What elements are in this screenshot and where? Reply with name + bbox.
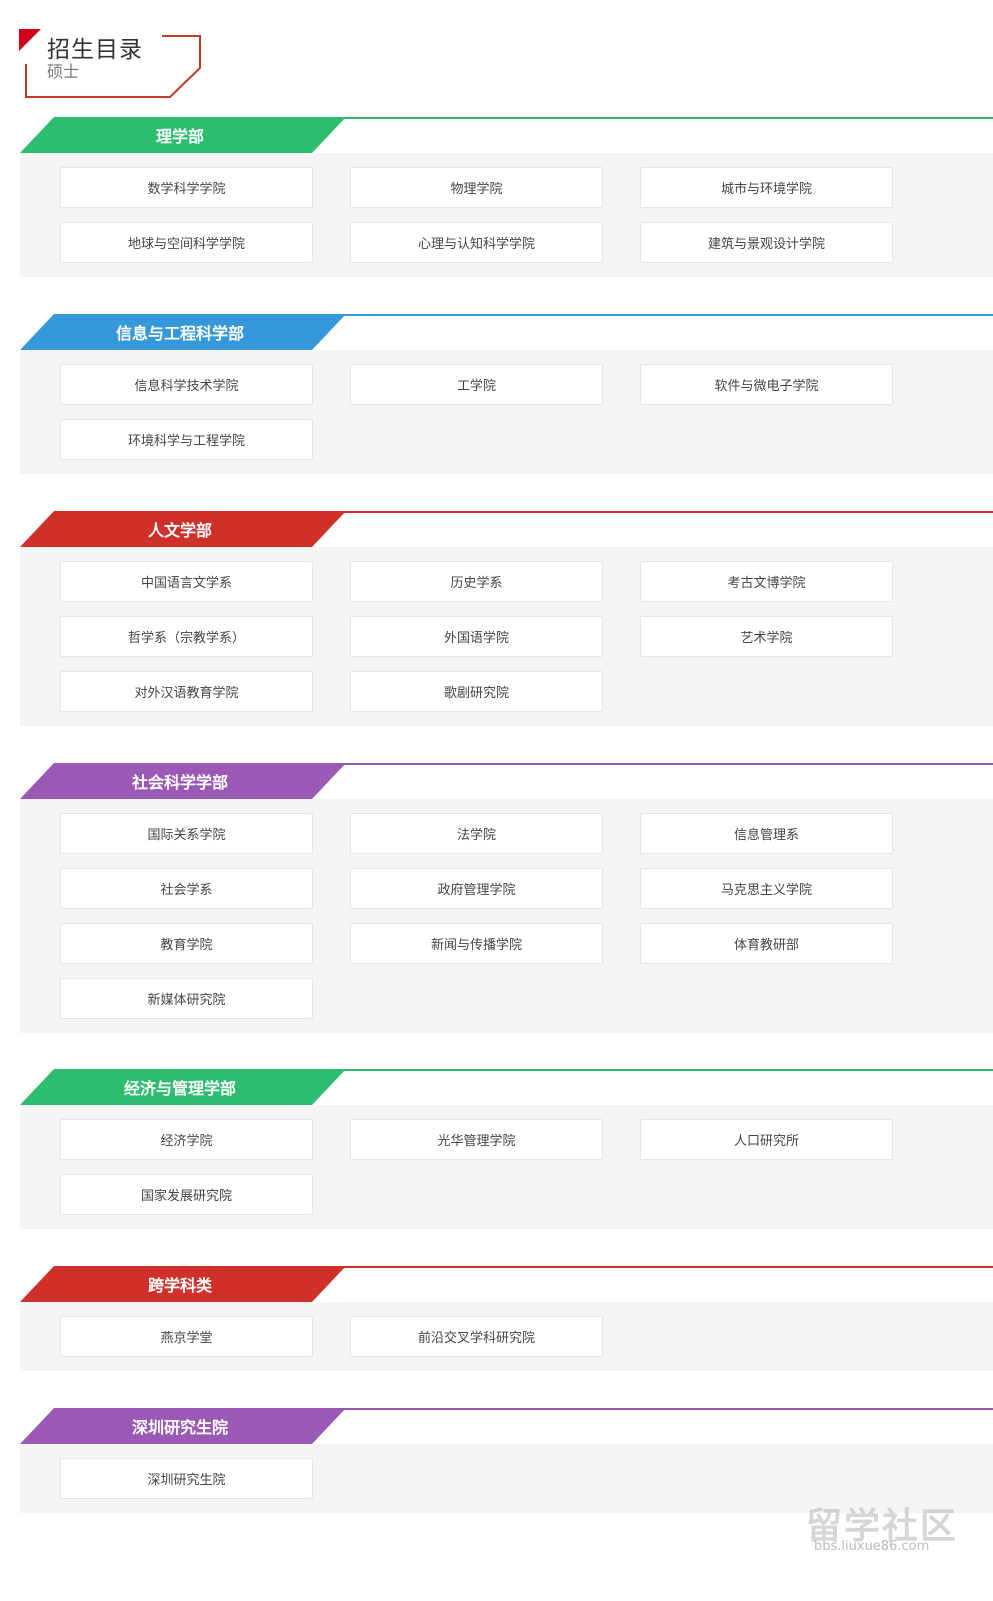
section-divider xyxy=(320,314,993,316)
section-tab: 跨学科类 xyxy=(20,1266,346,1302)
section-title: 社会科学学部 xyxy=(131,773,228,792)
school-link[interactable]: 社会学系 xyxy=(60,868,313,909)
school-link[interactable]: 考古文博学院 xyxy=(640,561,893,602)
section-title: 人文学部 xyxy=(147,521,212,540)
school-link[interactable]: 工学院 xyxy=(350,364,603,405)
section-0: 理学部数学科学学院 物理学院 城市与环境学院地球与空间科学学院 心理与认知科学学院 建筑… xyxy=(20,117,993,277)
section-divider xyxy=(320,1069,993,1071)
section-tab: 深圳研究生院 xyxy=(20,1408,346,1444)
school-link[interactable]: 建筑与景观设计学院 xyxy=(640,222,893,263)
section-1: 信息与工程科学部信息科学技术学院 工学院 软件与微电子学院环境科学与工程学院 xyxy=(20,314,993,474)
section-divider xyxy=(320,763,993,765)
school-link[interactable]: 心理与认知科学学院 xyxy=(350,222,603,263)
section-title: 经济与管理学部 xyxy=(123,1079,236,1098)
school-grid: 信息科学技术学院 工学院 软件与微电子学院环境科学与工程学院 xyxy=(60,364,893,460)
school-link[interactable]: 艺术学院 xyxy=(640,616,893,657)
page-subtitle: 硕士 xyxy=(47,62,80,81)
section-3: 社会科学学部国际关系学院 法学院 信息管理系社会学系 政府管理学院 马克思主义学院教育学… xyxy=(20,763,993,1033)
section-body: 经济学院 光华管理学院 人口研究所国家发展研究院 xyxy=(20,1105,993,1229)
section-title: 跨学科类 xyxy=(147,1276,212,1295)
school-link[interactable]: 城市与环境学院 xyxy=(640,167,893,208)
school-link[interactable]: 经济学院 xyxy=(60,1119,313,1160)
section-divider xyxy=(320,511,993,513)
school-link[interactable]: 政府管理学院 xyxy=(350,868,603,909)
school-link[interactable]: 国际关系学院 xyxy=(60,813,313,854)
section-tab: 信息与工程科学部 xyxy=(20,314,346,350)
section-body: 数学科学学院 物理学院 城市与环境学院地球与空间科学学院 心理与认知科学学院 建筑与景观… xyxy=(20,153,993,277)
school-link[interactable]: 燕京学堂 xyxy=(60,1316,313,1357)
section-tab: 社会科学学部 xyxy=(20,763,346,799)
section-divider xyxy=(320,1266,993,1268)
school-link[interactable]: 物理学院 xyxy=(350,167,603,208)
section-4: 经济与管理学部经济学院 光华管理学院 人口研究所国家发展研究院 xyxy=(20,1069,993,1229)
school-link[interactable]: 教育学院 xyxy=(60,923,313,964)
school-grid: 中国语言文学系 历史学系 考古文博学院哲学系（宗教学系） 外国语学院 艺术学院对外汉语教… xyxy=(60,561,893,712)
school-link[interactable]: 外国语学院 xyxy=(350,616,603,657)
school-link[interactable]: 光华管理学院 xyxy=(350,1119,603,1160)
school-link[interactable]: 环境科学与工程学院 xyxy=(60,419,313,460)
school-grid: 数学科学学院 物理学院 城市与环境学院地球与空间科学学院 心理与认知科学学院 建筑与景观… xyxy=(60,167,893,263)
school-link[interactable]: 信息科学技术学院 xyxy=(60,364,313,405)
section-tab: 经济与管理学部 xyxy=(20,1069,346,1105)
section-body: 中国语言文学系 历史学系 考古文博学院哲学系（宗教学系） 外国语学院 艺术学院对外汉语教… xyxy=(20,547,993,726)
school-grid: 国际关系学院 法学院 信息管理系社会学系 政府管理学院 马克思主义学院教育学院 新闻与传播… xyxy=(60,813,893,1019)
school-link[interactable]: 新媒体研究院 xyxy=(60,978,313,1019)
school-grid: 经济学院 光华管理学院 人口研究所国家发展研究院 xyxy=(60,1119,893,1215)
school-link[interactable]: 歌剧研究院 xyxy=(350,671,603,712)
school-link[interactable]: 体育教研部 xyxy=(640,923,893,964)
section-divider xyxy=(320,1408,993,1410)
school-link[interactable]: 法学院 xyxy=(350,813,603,854)
school-link[interactable]: 新闻与传播学院 xyxy=(350,923,603,964)
school-link[interactable]: 人口研究所 xyxy=(640,1119,893,1160)
school-link[interactable]: 国家发展研究院 xyxy=(60,1174,313,1215)
school-link[interactable]: 哲学系（宗教学系） xyxy=(60,616,313,657)
page-header: 招生目录 硕士 xyxy=(0,0,993,115)
section-body: 信息科学技术学院 工学院 软件与微电子学院环境科学与工程学院 xyxy=(20,350,993,474)
school-grid: 燕京学堂 前沿交叉学科研究院 xyxy=(60,1316,893,1357)
watermark: 留学社区 bbs.liuxue86.com xyxy=(806,1497,966,1559)
school-link[interactable]: 信息管理系 xyxy=(640,813,893,854)
school-link[interactable]: 对外汉语教育学院 xyxy=(60,671,313,712)
section-tab: 人文学部 xyxy=(20,511,346,547)
school-link[interactable]: 历史学系 xyxy=(350,561,603,602)
section-body: 国际关系学院 法学院 信息管理系社会学系 政府管理学院 马克思主义学院教育学院 新闻与传播… xyxy=(20,799,993,1033)
watermark-url: bbs.liuxue86.com xyxy=(814,1539,930,1554)
school-link[interactable]: 深圳研究生院 xyxy=(60,1458,313,1499)
school-link[interactable]: 中国语言文学系 xyxy=(60,561,313,602)
section-2: 人文学部中国语言文学系 历史学系 考古文博学院哲学系（宗教学系） 外国语学院 艺术学院对… xyxy=(20,511,993,726)
section-divider xyxy=(320,117,993,119)
section-title: 深圳研究生院 xyxy=(131,1418,228,1437)
school-grid: 深圳研究生院 xyxy=(60,1458,893,1499)
header-flag-icon xyxy=(19,29,41,51)
section-title: 信息与工程科学部 xyxy=(115,324,244,343)
section-body: 燕京学堂 前沿交叉学科研究院 xyxy=(20,1302,993,1371)
section-tab: 理学部 xyxy=(20,117,346,153)
school-link[interactable]: 数学科学学院 xyxy=(60,167,313,208)
school-link[interactable]: 软件与微电子学院 xyxy=(640,364,893,405)
school-link[interactable]: 马克思主义学院 xyxy=(640,868,893,909)
section-title: 理学部 xyxy=(155,127,204,146)
school-link[interactable]: 前沿交叉学科研究院 xyxy=(350,1316,603,1357)
section-5: 跨学科类燕京学堂 前沿交叉学科研究院 xyxy=(20,1266,993,1371)
school-link[interactable]: 地球与空间科学学院 xyxy=(60,222,313,263)
